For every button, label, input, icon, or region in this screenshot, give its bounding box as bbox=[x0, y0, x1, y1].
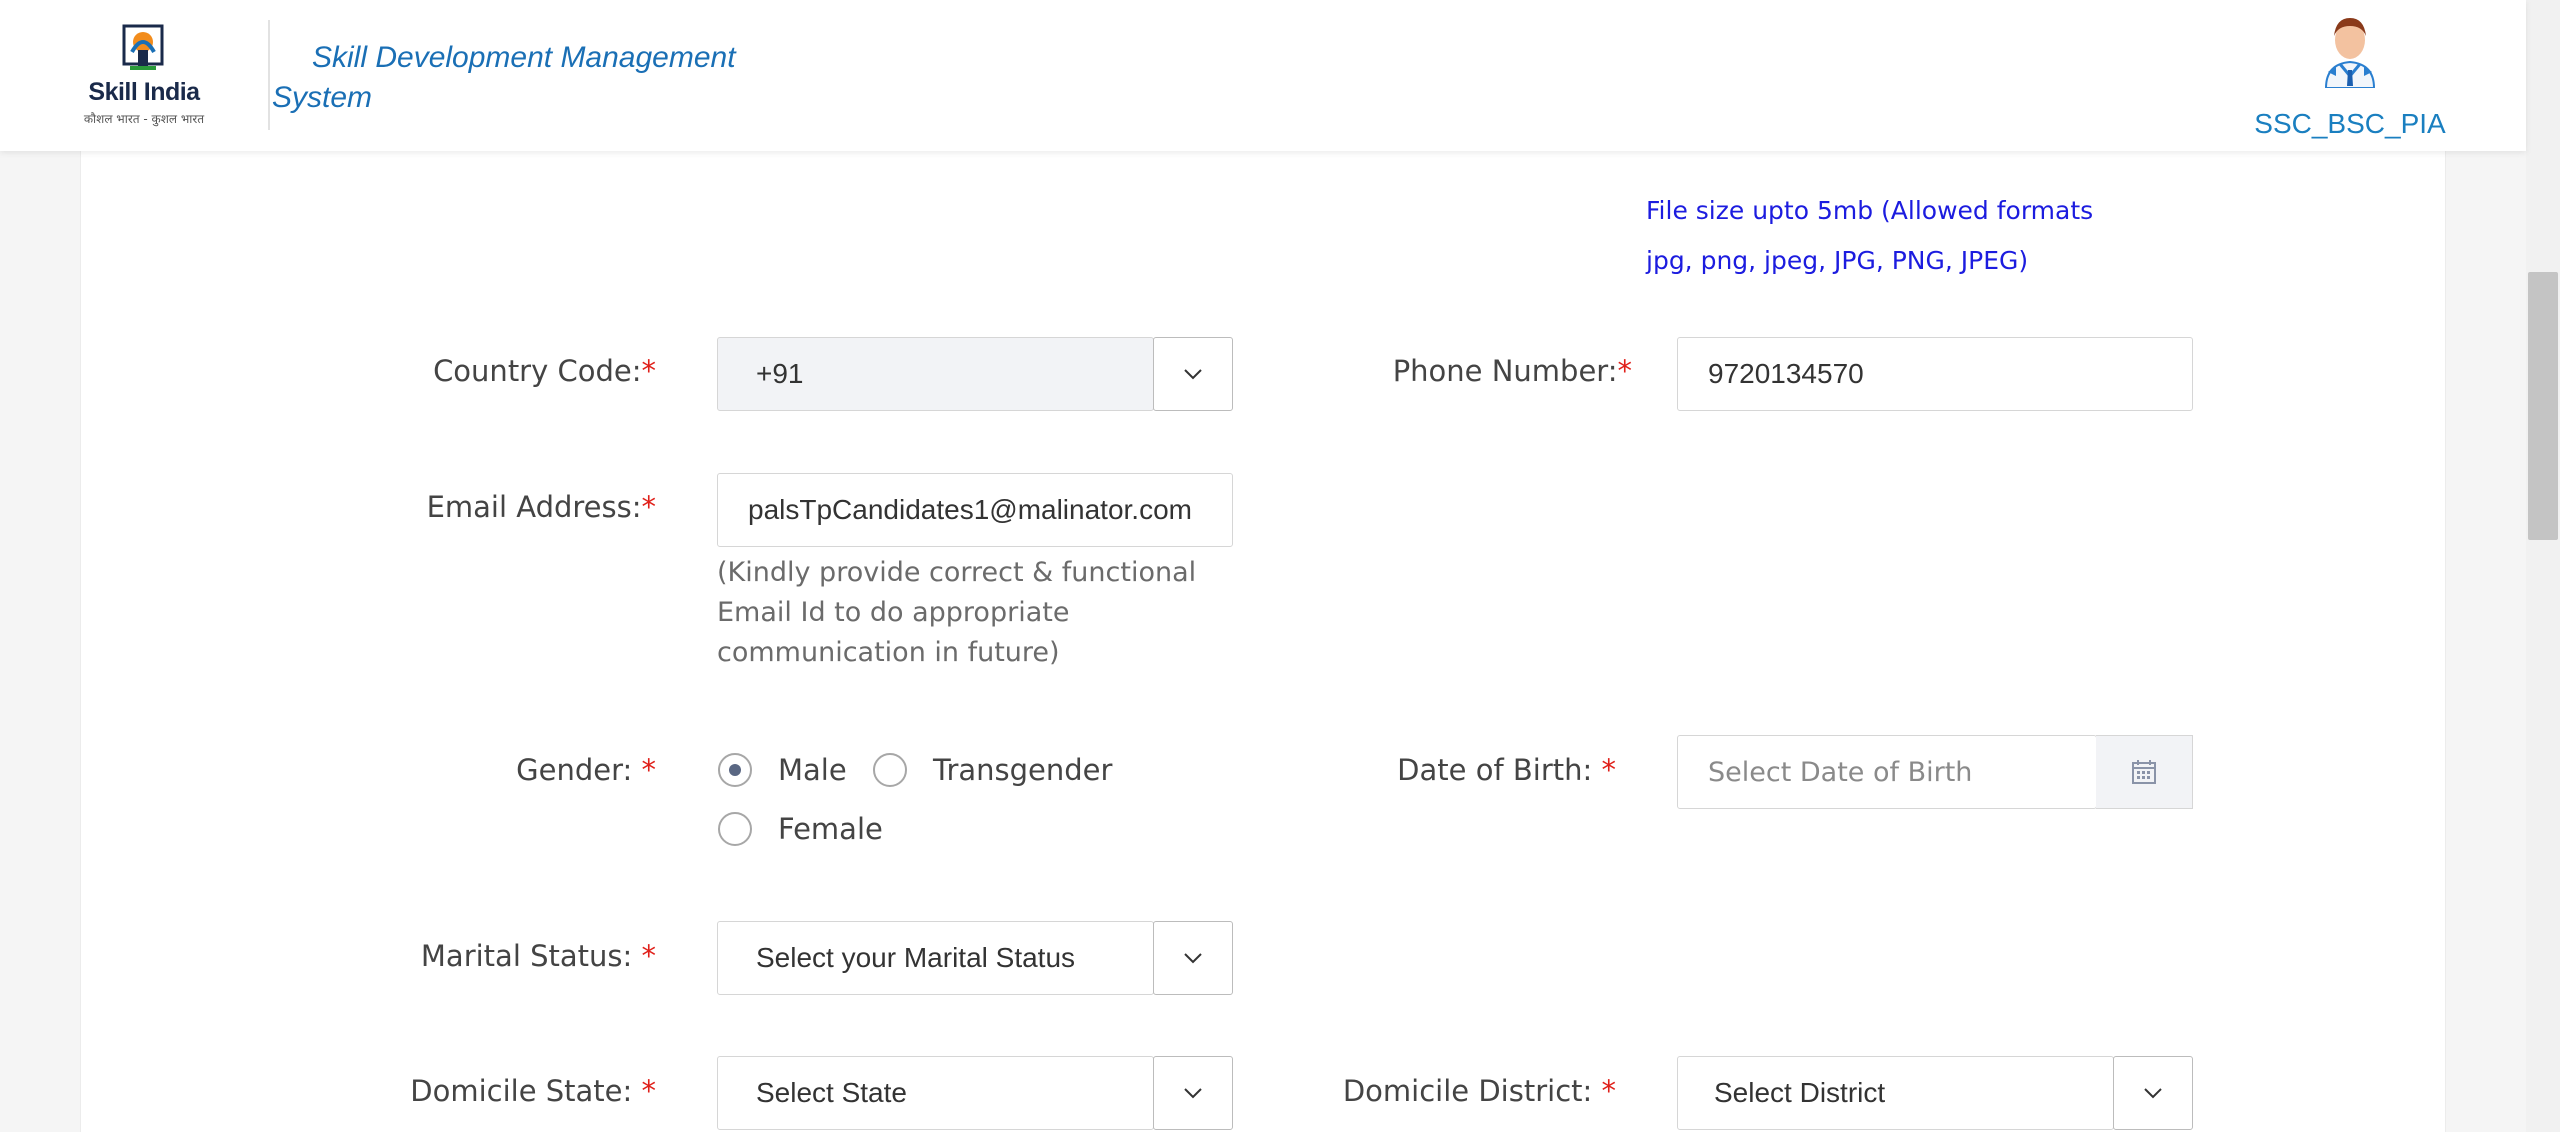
gender-radio-female[interactable]: Female bbox=[718, 812, 883, 846]
calendar-button[interactable] bbox=[2096, 735, 2193, 809]
file-size-note: File size upto 5mb (Allowed formats jpg,… bbox=[1646, 196, 2094, 275]
country-code-label: Country Code:* bbox=[400, 354, 656, 388]
gender-radio-transgender[interactable]: Transgender bbox=[873, 753, 1112, 787]
email-hint: (Kindly provide correct & functional Ema… bbox=[717, 557, 1197, 668]
required-mark: * bbox=[641, 354, 657, 388]
radio-button[interactable] bbox=[873, 753, 907, 787]
country-code-value: +91 bbox=[756, 358, 804, 389]
domicile-district-dropdown-button[interactable] bbox=[2113, 1056, 2193, 1130]
skill-india-logo-icon bbox=[122, 24, 164, 70]
domicile-state-dropdown-button[interactable] bbox=[1153, 1056, 1233, 1130]
dob-placeholder: Select Date of Birth bbox=[1708, 756, 1973, 788]
top-header: Skill India कौशल भारत - कुशल भारत Skill … bbox=[0, 0, 2526, 151]
chevron-down-icon bbox=[2144, 1088, 2162, 1099]
required-mark: * bbox=[1601, 1074, 1617, 1108]
dob-label: Date of Birth: * bbox=[1300, 753, 1616, 787]
chevron-down-icon bbox=[1184, 1088, 1202, 1099]
domicile-district-select[interactable]: Select District bbox=[1677, 1056, 2114, 1130]
dob-input[interactable]: Select Date of Birth bbox=[1677, 735, 2097, 809]
radio-button[interactable] bbox=[718, 812, 752, 846]
domicile-state-value: Select State bbox=[756, 1077, 907, 1108]
phone-input[interactable]: 9720134570 bbox=[1677, 337, 2193, 411]
required-mark: * bbox=[641, 753, 657, 787]
radio-button-checked[interactable] bbox=[718, 753, 752, 787]
logo-text: Skill India bbox=[88, 78, 200, 106]
email-input[interactable]: palsTpCandidates1@malinator.com bbox=[717, 473, 1233, 547]
dob-label-text: Date of Birth: bbox=[1397, 753, 1602, 787]
domicile-state-label: Domicile State: * bbox=[400, 1074, 656, 1108]
chevron-down-icon bbox=[1184, 369, 1202, 380]
required-mark: * bbox=[641, 939, 657, 973]
gender-option-female-label: Female bbox=[778, 812, 883, 846]
calendar-icon bbox=[2132, 760, 2156, 784]
gender-option-transgender-label: Transgender bbox=[933, 753, 1113, 787]
phone-value: 9720134570 bbox=[1708, 358, 1864, 389]
domicile-district-label: Domicile District: * bbox=[1300, 1074, 1616, 1108]
app-title: Skill Development Management System bbox=[272, 41, 736, 114]
required-mark: * bbox=[1617, 354, 1633, 388]
required-mark: * bbox=[641, 1074, 657, 1108]
marital-status-dropdown-button[interactable] bbox=[1153, 921, 1233, 995]
marital-status-label: Marital Status: * bbox=[400, 939, 656, 973]
header-divider bbox=[268, 20, 270, 130]
scrollbar-track[interactable] bbox=[2526, 0, 2560, 1132]
chevron-down-icon bbox=[1184, 953, 1202, 964]
phone-label: Phone Number:* bbox=[1300, 354, 1632, 388]
marital-status-label-text: Marital Status: bbox=[420, 939, 642, 973]
gender-label-text: Gender: bbox=[516, 753, 642, 787]
required-mark: * bbox=[641, 490, 657, 524]
logo-subtext: कौशल भारत - कुशल भारत bbox=[83, 112, 205, 126]
user-menu[interactable]: SSC_BSC_PIA bbox=[2240, 12, 2460, 147]
username: SSC_BSC_PIA bbox=[2254, 108, 2446, 139]
marital-status-value: Select your Marital Status bbox=[756, 942, 1076, 973]
gender-radio-male[interactable]: Male bbox=[718, 753, 847, 787]
country-code-label-text: Country Code: bbox=[433, 354, 642, 388]
email-label-text: Email Address: bbox=[426, 490, 642, 524]
domicile-district-label-text: Domicile District: bbox=[1342, 1074, 1602, 1108]
user-avatar-icon bbox=[2324, 18, 2376, 88]
domicile-state-select[interactable]: Select State bbox=[717, 1056, 1154, 1130]
email-label: Email Address:* bbox=[400, 490, 656, 524]
scrollbar-thumb[interactable] bbox=[2528, 272, 2558, 540]
domicile-state-label-text: Domicile State: bbox=[410, 1074, 642, 1108]
email-value: palsTpCandidates1@malinator.com bbox=[748, 494, 1192, 525]
phone-label-text: Phone Number: bbox=[1392, 354, 1618, 388]
country-code-select[interactable]: +91 bbox=[717, 337, 1154, 411]
gender-option-male-label: Male bbox=[778, 753, 847, 787]
marital-status-select[interactable]: Select your Marital Status bbox=[717, 921, 1154, 995]
required-mark: * bbox=[1601, 753, 1617, 787]
gender-label: Gender: * bbox=[400, 753, 656, 787]
domicile-district-value: Select District bbox=[1714, 1077, 1886, 1108]
form-card bbox=[80, 151, 2446, 1132]
country-code-dropdown-button[interactable] bbox=[1153, 337, 1233, 411]
skill-india-logo[interactable]: Skill India कौशल भारत - कुशल भारत bbox=[80, 22, 208, 127]
